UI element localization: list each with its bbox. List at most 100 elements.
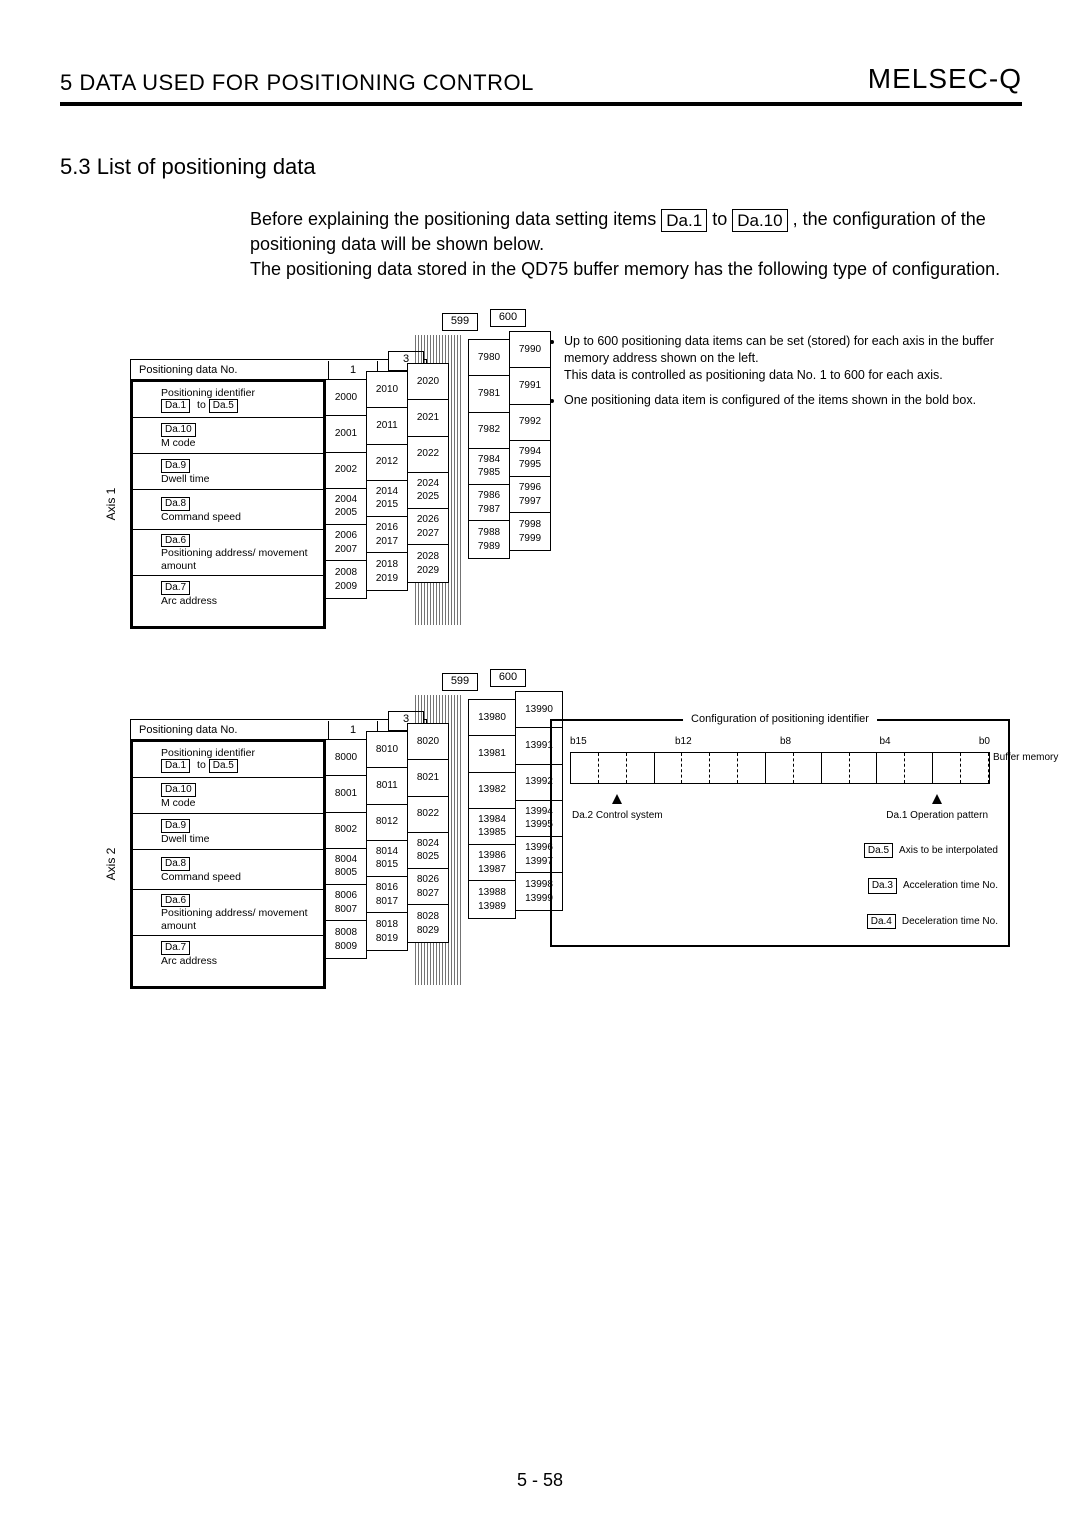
diagram-axis1: Positioning data No. 1 2 3 599 600 Axis … <box>130 309 1022 649</box>
axis1-col599: 798079817982798479857986798779887989 <box>468 339 510 559</box>
bullet-1: Up to 600 positioning data items can be … <box>564 333 1030 384</box>
axis2-col3: 802080218022802480258026802780288029 <box>407 723 449 943</box>
addr-cell: 80048005 <box>326 849 366 885</box>
addr-cell: 2002 <box>326 453 366 489</box>
row-mcode: Da.10M code <box>133 418 323 454</box>
addr-cell: 2001 <box>326 416 366 452</box>
posno-label: Positioning data No. <box>131 721 329 740</box>
addr-cell: 2021 <box>408 400 448 436</box>
row-pos-id: Positioning identifierDa.1 to Da.5 <box>133 382 323 418</box>
addr-cell: 13982 <box>469 773 515 809</box>
addr-cell: 20042005 <box>326 489 366 525</box>
addr-cell: 80188019 <box>367 913 407 949</box>
axis1-col1: 200020012002200420052006200720082009 <box>325 379 367 599</box>
addr-cell: 20082009 <box>326 561 366 597</box>
axis2-col1: 800080018002800480058006800780088009 <box>325 739 367 959</box>
da-box: Da.1 <box>661 209 707 232</box>
row-posaddr: Da.6Positioning address/ movement amount <box>133 890 323 936</box>
addr-cell: 20162017 <box>367 517 407 553</box>
axis1-col2: 201020112012201420152016201720182019 <box>366 371 408 591</box>
addr-cell: 8011 <box>367 768 407 804</box>
page: 5 DATA USED FOR POSITIONING CONTROL MELS… <box>0 0 1080 1528</box>
cfg-da5: Da.5Axis to be interpolated <box>864 843 998 859</box>
addr-cell: 20242025 <box>408 473 448 509</box>
addr-cell: 80148015 <box>367 841 407 877</box>
addr-cell: 2011 <box>367 408 407 444</box>
bullet-2: One positioning data item is configured … <box>564 392 1030 409</box>
addr-cell: 2020 <box>408 364 448 400</box>
addr-cell: 20282029 <box>408 545 448 581</box>
cfg-da3: Da.3Acceleration time No. <box>868 878 998 894</box>
da-box: Da.10 <box>732 209 787 232</box>
posno-599: 599 <box>442 673 478 691</box>
addr-cell: 1398413985 <box>469 809 515 845</box>
axis1-col3: 202020212022202420252026202720282029 <box>407 363 449 583</box>
intro-text: The positioning data stored in the QD75 … <box>250 259 1000 279</box>
intro-paragraph: Before explaining the positioning data s… <box>250 207 1022 280</box>
row-dwell: Da.9Dwell time <box>133 454 323 490</box>
addr-cell: 8000 <box>326 740 366 776</box>
addr-cell: 8012 <box>367 805 407 841</box>
addr-cell: 1398813989 <box>469 881 515 917</box>
addr-cell: 8021 <box>408 760 448 796</box>
addr-cell: 80248025 <box>408 833 448 869</box>
addr-cell: 7992 <box>510 405 550 441</box>
addr-cell: 20062007 <box>326 525 366 561</box>
axis1-table: Axis 1 Positioning identifierDa.1 to Da.… <box>130 379 326 629</box>
row-arc: Da.7Arc address <box>133 576 323 612</box>
row-dwell: Da.9Dwell time <box>133 814 323 850</box>
axis1-col600: 799079917992799479957996799779987999 <box>509 331 551 551</box>
addr-cell: 8010 <box>367 732 407 768</box>
bullets: Up to 600 positioning data items can be … <box>550 333 1030 417</box>
row-cmdspeed: Da.8Command speed <box>133 850 323 890</box>
addr-cell: 7991 <box>510 368 550 404</box>
intro-text: to <box>712 209 732 229</box>
addr-cell: 80268027 <box>408 869 448 905</box>
config-title: Configuration of positioning identifier <box>683 712 877 727</box>
addr-cell: 8022 <box>408 797 448 833</box>
addr-cell: 1398613987 <box>469 845 515 881</box>
addr-cell: 2012 <box>367 445 407 481</box>
addr-cell: 80068007 <box>326 885 366 921</box>
addr-cell: 7981 <box>469 376 509 412</box>
addr-cell: 20262027 <box>408 509 448 545</box>
bit-word: Buffer memory <box>570 752 990 784</box>
buffer-memory-label: Buffer memory <box>993 751 1058 765</box>
addr-cell: 20182019 <box>367 553 407 589</box>
diagram-axis2: Positioning data No. 1 2 3 599 600 Axis … <box>130 669 1022 1009</box>
addr-cell: 2000 <box>326 380 366 416</box>
addr-cell: 80288029 <box>408 905 448 941</box>
row-cmdspeed: Da.8Command speed <box>133 490 323 530</box>
addr-cell: 80088009 <box>326 921 366 957</box>
addr-cell: 2022 <box>408 437 448 473</box>
addr-cell: 80168017 <box>367 877 407 913</box>
addr-cell: 13980 <box>469 700 515 736</box>
section-heading: List of positioning data <box>97 154 316 179</box>
addr-cell: 2010 <box>367 372 407 408</box>
addr-cell: 79947995 <box>510 441 550 477</box>
row-mcode: Da.10M code <box>133 778 323 814</box>
addr-cell: 13981 <box>469 736 515 772</box>
axis2-table: Axis 2 Positioning identifierDa.1 to Da.… <box>130 739 326 989</box>
product-name: MELSEC-Q <box>868 60 1022 98</box>
posno-600: 600 <box>490 309 526 327</box>
axis2-col599: 1398013981139821398413985139861398713988… <box>468 699 516 919</box>
addr-cell: 79987999 <box>510 513 550 549</box>
addr-cell: 8020 <box>408 724 448 760</box>
section-title: 5.3 List of positioning data <box>60 152 1022 182</box>
config-box: Configuration of positioning identifier … <box>550 719 1010 948</box>
posno-600: 600 <box>490 669 526 687</box>
cfg-da4: Da.4Deceleration time No. <box>867 914 998 930</box>
addr-cell: 79967997 <box>510 477 550 513</box>
addr-cell: 79867987 <box>469 485 509 521</box>
posno-label: Positioning data No. <box>131 361 329 380</box>
bit-labels: b15b12b8b4b0 <box>570 735 990 749</box>
cfg-da1: Da.1 Operation pattern <box>886 794 988 823</box>
posno-599: 599 <box>442 313 478 331</box>
addr-cell: 7980 <box>469 340 509 376</box>
row-arc: Da.7Arc address <box>133 936 323 972</box>
row-pos-id: Positioning identifierDa.1 to Da.5 <box>133 742 323 778</box>
row-posaddr: Da.6Positioning address/ movement amount <box>133 530 323 576</box>
addr-cell: 79887989 <box>469 521 509 557</box>
axis1-label: Axis 1 <box>103 488 119 521</box>
